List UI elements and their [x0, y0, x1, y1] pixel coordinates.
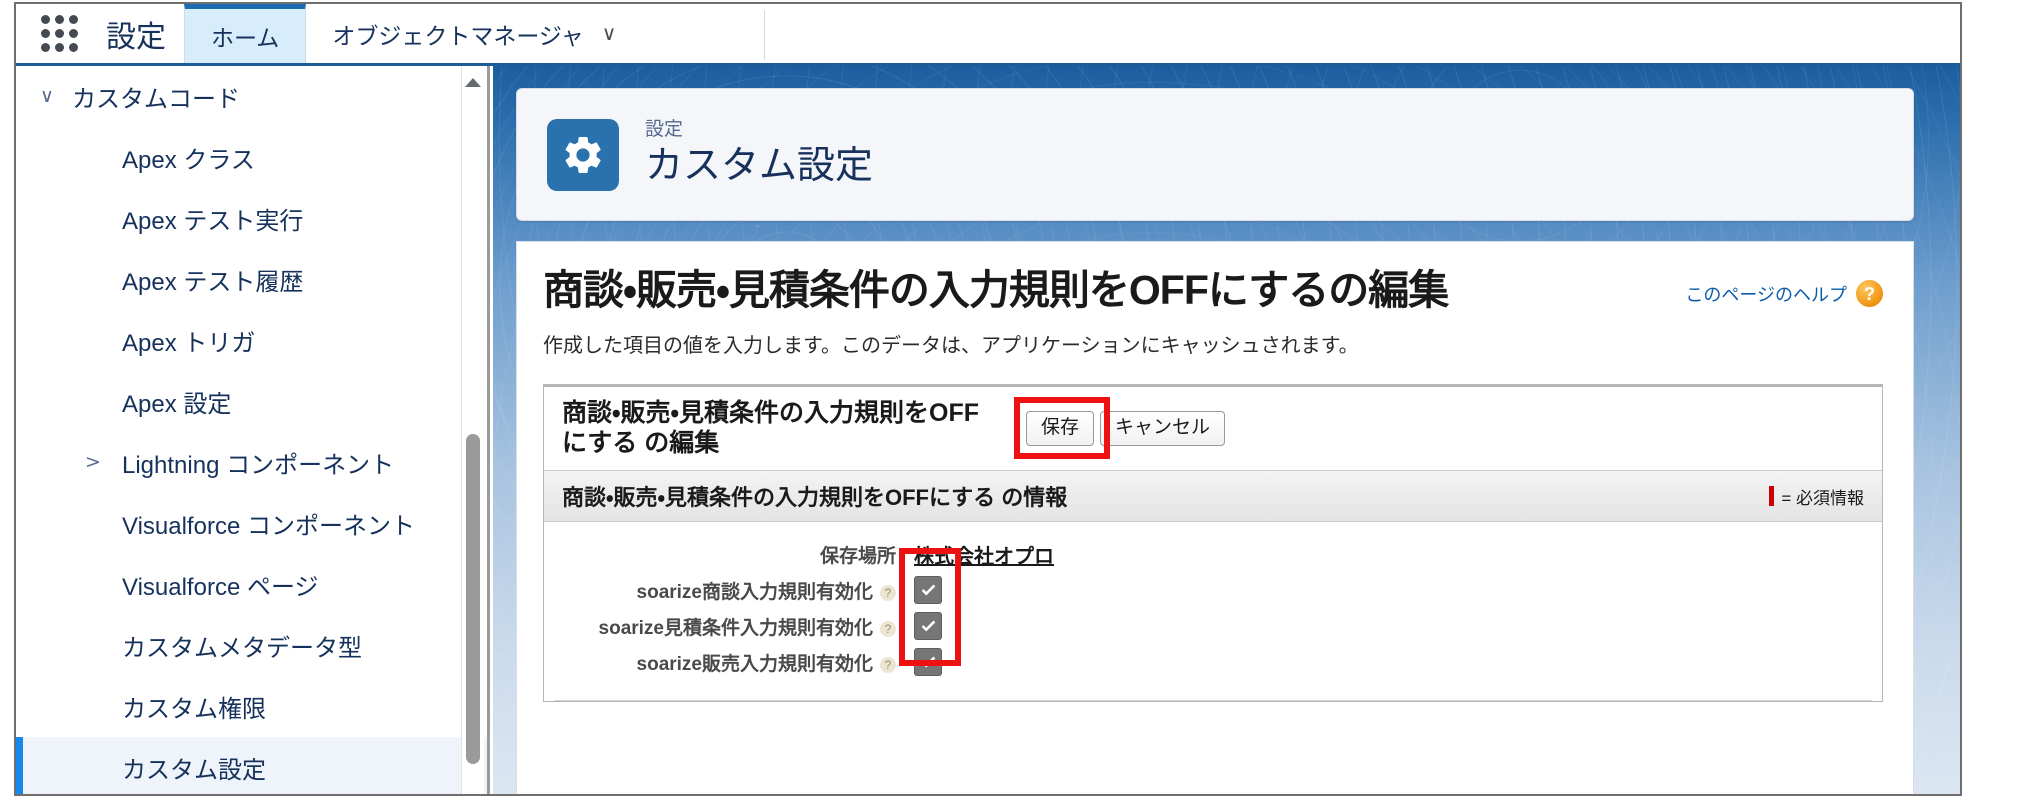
field-label-text: soarize商談入力規則有効化 [636, 581, 873, 603]
sidebar-scrollbar[interactable] [461, 66, 484, 794]
tab-object-manager-label: オブジェクトマネージャ [332, 22, 584, 49]
sidebar-item-apex-settings[interactable]: Apex 設定 [16, 371, 487, 432]
sidebar-item-custom-code[interactable]: ∨ カスタムコード [16, 66, 487, 127]
record-title-row: 商談・販売・見積条件の入力規則をOFFにするの編集 このページのヘルプ ? [543, 267, 1883, 313]
storage-location-link[interactable]: 株式会社オプロ [914, 540, 1054, 569]
field-label: soarize見積条件入力規則有効化? [544, 613, 896, 640]
required-legend-label: = 必須情報 [1781, 488, 1864, 508]
chevron-down-icon[interactable]: ∨ [602, 21, 617, 46]
browser-window: 設定 ホーム オブジェクトマネージャ ∨ ∨ カスタムコード Apex クラス … [14, 2, 1962, 796]
field-label: 保存場所 [819, 545, 896, 567]
field-row-opportunity-rule: soarize商談入力規則有効化? [544, 572, 1882, 608]
page-header-titles: 設定 カスタム設定 [645, 119, 874, 189]
sidebar-item-label: Apex テスト履歴 [122, 269, 304, 296]
form-button-group: 保存 キャンセル [1014, 396, 1226, 459]
field-row-quote-condition-rule: soarize見積条件入力規則有効化? [544, 608, 1882, 644]
page-header-eyebrow: 設定 [645, 119, 684, 141]
record-description: 作成した項目の値を入力します。このデータは、アプリケーションにキャッシュされます… [543, 335, 1359, 358]
form-section-title: 商談・販売・見積条件の入力規則をOFFにする の情報 [562, 485, 1068, 511]
record-page-body: 商談・販売・見積条件の入力規則をOFFにするの編集 このページのヘルプ ? 作成… [516, 241, 1914, 794]
field-row-storage-location: 保存場所 株式会社オプロ [544, 536, 1882, 572]
tab-home[interactable]: ホーム [184, 4, 307, 63]
sidebar-item-label: Visualforce コンポーネント [122, 513, 415, 540]
info-help-icon[interactable]: ? [880, 620, 896, 637]
field-value [896, 612, 942, 641]
field-label: soarize商談入力規則有効化? [544, 577, 896, 604]
edit-form-panel: 商談・販売・見積条件の入力規則をOFFにする の編集 保存 キャンセル 商談・販… [543, 384, 1883, 703]
required-field-legend: = 必須情報 [1769, 484, 1864, 509]
save-button[interactable]: 保存 [1026, 410, 1095, 447]
form-action-bar: 商談・販売・見積条件の入力規則をOFFにする の編集 保存 キャンセル [544, 387, 1882, 470]
sidebar-item-lightning-components[interactable]: > Lightning コンポーネント [16, 432, 487, 493]
app-launcher-waffle-icon [40, 15, 78, 52]
sidebar-item-label: カスタム権限 [122, 696, 266, 723]
form-section-header: 商談・販売・見積条件の入力規則をOFFにする の情報 = 必須情報 [544, 470, 1882, 523]
global-nav-bar: 設定 ホーム オブジェクトマネージャ ∨ [16, 4, 1960, 66]
scroll-up-arrow-icon[interactable] [464, 74, 482, 90]
setup-title: 設定 [106, 20, 166, 54]
checkbox-quote-condition-rule[interactable] [914, 612, 942, 641]
app-launcher-button[interactable] [16, 4, 102, 63]
form-field-table: 保存場所 株式会社オプロ soarize商談入力規則有効化? soarize見積… [544, 522, 1882, 700]
record-title: 商談・販売・見積条件の入力規則をOFFにするの編集 [543, 267, 1449, 313]
page-header-card: 設定 カスタム設定 [516, 88, 1914, 221]
required-marker-icon [1769, 486, 1775, 507]
sidebar-item-label: カスタム設定 [122, 757, 266, 784]
field-value: 株式会社オプロ [896, 540, 1054, 569]
sidebar-item-label: Apex トリガ [122, 330, 256, 357]
info-help-icon[interactable]: ? [880, 656, 896, 673]
chevron-right-icon[interactable]: > [80, 453, 106, 472]
field-label-text: soarize販売入力規則有効化 [636, 653, 873, 675]
sidebar-item-label: Apex テスト実行 [122, 208, 304, 235]
main-body: ∨ カスタムコード Apex クラス Apex テスト実行 Apex テスト履歴… [16, 66, 1960, 794]
sidebar-item-visualforce-pages[interactable]: Visualforce ページ [16, 554, 487, 615]
checkbox-sales-rule[interactable] [914, 648, 942, 677]
scrollbar-thumb[interactable] [466, 434, 480, 764]
form-bottom-divider [554, 700, 1872, 702]
nav-divider [764, 10, 765, 60]
tab-object-manager[interactable]: オブジェクトマネージャ ∨ [306, 4, 642, 63]
sidebar-item-label: Visualforce ページ [122, 574, 319, 601]
setup-tree-sidebar: ∨ カスタムコード Apex クラス Apex テスト実行 Apex テスト履歴… [16, 66, 490, 794]
field-row-sales-rule: soarize販売入力規則有効化? [544, 644, 1882, 680]
help-question-icon[interactable]: ? [1856, 280, 1883, 308]
content-area: 設定 カスタム設定 商談・販売・見積条件の入力規則をOFFにするの編集 このペー… [493, 66, 1960, 794]
sidebar-item-custom-metadata-types[interactable]: カスタムメタデータ型 [16, 615, 487, 676]
sidebar-item-label: Lightning コンポーネント [122, 452, 395, 479]
sidebar-item-label: カスタムコード [72, 86, 240, 113]
page-help-link[interactable]: このページのヘルプ ? [1685, 280, 1883, 313]
field-value [896, 648, 942, 677]
tab-home-label: ホーム [211, 25, 280, 51]
field-value [896, 576, 942, 605]
page-help-link-label: このページのヘルプ [1685, 284, 1847, 305]
field-label-text: soarize見積条件入力規則有効化 [598, 617, 873, 639]
sidebar-item-apex-test-execution[interactable]: Apex テスト実行 [16, 188, 487, 249]
checkbox-opportunity-rule[interactable] [914, 576, 942, 605]
sidebar-item-visualforce-components[interactable]: Visualforce コンポーネント [16, 493, 487, 554]
sidebar-item-apex-triggers[interactable]: Apex トリガ [16, 310, 487, 371]
chevron-down-icon[interactable]: ∨ [34, 87, 60, 106]
sidebar-item-apex-classes[interactable]: Apex クラス [16, 127, 487, 188]
field-label: soarize販売入力規則有効化? [544, 649, 896, 676]
sidebar-item-label: Apex 設定 [122, 391, 232, 418]
cancel-button[interactable]: キャンセル [1100, 410, 1226, 447]
sidebar-item-custom-permissions[interactable]: カスタム権限 [16, 676, 487, 737]
sidebar-item-apex-test-history[interactable]: Apex テスト履歴 [16, 249, 487, 310]
sidebar-item-custom-settings[interactable]: カスタム設定 [16, 737, 487, 794]
page-title: カスタム設定 [645, 145, 874, 188]
gear-icon [547, 118, 619, 191]
sidebar-item-label: Apex クラス [122, 147, 255, 174]
form-action-title: 商談・販売・見積条件の入力規則をOFFにする の編集 [562, 399, 979, 457]
sidebar-item-label: カスタムメタデータ型 [122, 635, 362, 662]
info-help-icon[interactable]: ? [880, 584, 896, 601]
